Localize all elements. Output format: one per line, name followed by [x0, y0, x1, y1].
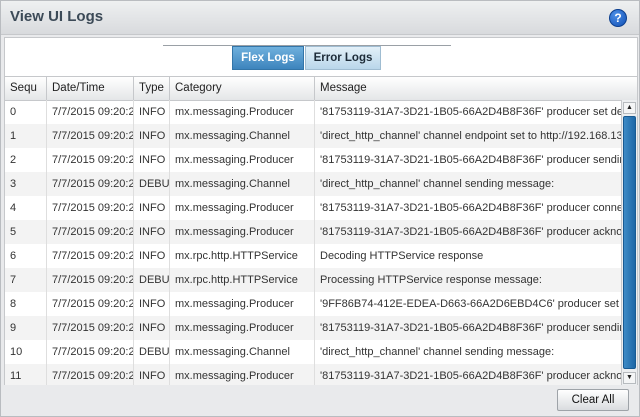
cell-sequence: 2 — [5, 148, 47, 172]
help-icon[interactable]: ? — [609, 9, 627, 27]
cell-date-time: 7/7/2015 09:20:2 — [47, 172, 134, 196]
cell-sequence: 3 — [5, 172, 47, 196]
cell-date-time: 7/7/2015 09:20:2 — [47, 364, 134, 386]
cell-type: INFO — [134, 100, 170, 124]
cell-type: INFO — [134, 364, 170, 386]
cell-category: mx.messaging.Producer — [170, 292, 315, 316]
cell-type: INFO — [134, 124, 170, 148]
cell-message: '9FF86B74-412E-EDEA-D663-66A2D6EBD4C6' p… — [320, 298, 621, 310]
table-row[interactable]: 4 7/7/2015 09:20:2 INFO mx.messaging.Produc… — [5, 196, 621, 220]
title-bar: View UI Logs ? — [1, 1, 639, 35]
cell-date-time: 7/7/2015 09:20:2 — [47, 124, 134, 148]
column-header-category[interactable]: Category — [170, 77, 315, 100]
column-header-message[interactable]: Message — [315, 77, 637, 100]
tab-flex-logs[interactable]: Flex Logs — [232, 46, 304, 70]
footer-bar: Clear All — [1, 385, 639, 416]
cell-type: INFO — [134, 220, 170, 244]
cell-sequence: 6 — [5, 244, 47, 268]
cell-category: mx.rpc.http.HTTPService — [170, 244, 315, 268]
cell-date-time: 7/7/2015 09:20:2 — [47, 220, 134, 244]
table-row[interactable]: 1 7/7/2015 09:20:2 INFO mx.messaging.Channe… — [5, 124, 621, 148]
log-panel: Flex Logs Error Logs Sequ Date/Time Type… — [4, 37, 638, 387]
cell-category: mx.messaging.Producer — [170, 220, 315, 244]
cell-sequence: 9 — [5, 316, 47, 340]
window-title: View UI Logs — [10, 8, 104, 25]
tab-error-logs[interactable]: Error Logs — [305, 46, 381, 70]
scroll-thumb[interactable] — [623, 116, 636, 369]
cell-date-time: 7/7/2015 09:20:2 — [47, 148, 134, 172]
cell-sequence: 1 — [5, 124, 47, 148]
cell-date-time: 7/7/2015 09:20:2 — [47, 268, 134, 292]
cell-sequence: 10 — [5, 340, 47, 364]
cell-sequence: 5 — [5, 220, 47, 244]
cell-category: mx.messaging.Producer — [170, 196, 315, 220]
cell-message: '81753119-31A7-3D21-1B05-66A2D4B8F36F' p… — [320, 154, 621, 166]
scroll-up-icon[interactable]: ▲ — [623, 102, 636, 114]
cell-message: '81753119-31A7-3D21-1B05-66A2D4B8F36F' p… — [320, 106, 621, 118]
table-row[interactable]: 10 7/7/2015 09:20:2 DEBU mx.messaging.Chann… — [5, 340, 621, 364]
cell-type: DEBU — [134, 172, 170, 196]
cell-type: DEBU — [134, 268, 170, 292]
table-header: Sequ Date/Time Type Category Message — [5, 76, 637, 101]
cell-sequence: 0 — [5, 100, 47, 124]
cell-type: INFO — [134, 292, 170, 316]
cell-sequence: 4 — [5, 196, 47, 220]
table-row[interactable]: 2 7/7/2015 09:20:2 INFO mx.messaging.Produc… — [5, 148, 621, 172]
cell-date-time: 7/7/2015 09:20:2 — [47, 316, 134, 340]
cell-message: 'direct_http_channel' channel sending me… — [320, 178, 555, 190]
cell-type: INFO — [134, 244, 170, 268]
table-row[interactable]: 5 7/7/2015 09:20:2 INFO mx.messaging.Produc… — [5, 220, 621, 244]
cell-date-time: 7/7/2015 09:20:2 — [47, 196, 134, 220]
cell-category: mx.messaging.Producer — [170, 316, 315, 340]
column-header-type[interactable]: Type — [134, 77, 170, 100]
cell-category: mx.rpc.http.HTTPService — [170, 268, 315, 292]
table-body: 0 7/7/2015 09:20:2 INFO mx.messaging.Produc… — [5, 100, 621, 386]
cell-message: '81753119-31A7-3D21-1B05-66A2D4B8F36F' p… — [320, 322, 621, 334]
cell-type: INFO — [134, 196, 170, 220]
scroll-down-icon[interactable]: ▼ — [623, 372, 636, 384]
cell-message: '81753119-31A7-3D21-1B05-66A2D4B8F36F' p… — [320, 370, 621, 382]
cell-sequence: 7 — [5, 268, 47, 292]
table-row[interactable]: 9 7/7/2015 09:20:2 INFO mx.messaging.Produc… — [5, 316, 621, 340]
cell-message: '81753119-31A7-3D21-1B05-66A2D4B8F36F' p… — [320, 226, 621, 238]
cell-message: 'direct_http_channel' channel sending me… — [320, 346, 555, 358]
cell-message: Processing HTTPService response message: — [320, 274, 542, 286]
column-header-date-time[interactable]: Date/Time — [47, 77, 134, 100]
table-row[interactable]: 3 7/7/2015 09:20:2 DEBU mx.messaging.Channe… — [5, 172, 621, 196]
cell-category: mx.messaging.Channel — [170, 172, 315, 196]
cell-category: mx.messaging.Channel — [170, 124, 315, 148]
cell-category: mx.messaging.Producer — [170, 364, 315, 386]
cell-date-time: 7/7/2015 09:20:2 — [47, 244, 134, 268]
cell-type: INFO — [134, 316, 170, 340]
table-row[interactable]: 0 7/7/2015 09:20:2 INFO mx.messaging.Produc… — [5, 100, 621, 124]
cell-date-time: 7/7/2015 09:20:2 — [47, 100, 134, 124]
log-table: Sequ Date/Time Type Category Message 0 7/… — [5, 76, 637, 386]
column-header-sequence[interactable]: Sequ — [5, 77, 47, 100]
cell-type: DEBU — [134, 340, 170, 364]
vertical-scrollbar[interactable]: ▲ ▼ — [621, 100, 637, 386]
table-row[interactable]: 8 7/7/2015 09:20:2 INFO mx.messaging.Produc… — [5, 292, 621, 316]
cell-type: INFO — [134, 148, 170, 172]
cell-message: Decoding HTTPService response — [320, 250, 484, 262]
cell-message: '81753119-31A7-3D21-1B05-66A2D4B8F36F' p… — [320, 202, 621, 214]
clear-all-button[interactable]: Clear All — [557, 389, 629, 411]
table-row[interactable]: 11 7/7/2015 09:20:2 INFO mx.messaging.Produ… — [5, 364, 621, 386]
cell-message: 'direct_http_channel' channel endpoint s… — [320, 130, 621, 142]
cell-date-time: 7/7/2015 09:20:2 — [47, 292, 134, 316]
cell-sequence: 11 — [5, 364, 47, 386]
table-row[interactable]: 7 7/7/2015 09:20:2 DEBU mx.rpc.http.HTTPSer… — [5, 268, 621, 292]
table-row[interactable]: 6 7/7/2015 09:20:2 INFO mx.rpc.http.HTTPSer… — [5, 244, 621, 268]
cell-category: mx.messaging.Channel — [170, 340, 315, 364]
cell-category: mx.messaging.Producer — [170, 100, 315, 124]
view-ui-logs-window: View UI Logs ? Flex Logs Error Logs Sequ… — [0, 0, 640, 417]
cell-date-time: 7/7/2015 09:20:2 — [47, 340, 134, 364]
cell-sequence: 8 — [5, 292, 47, 316]
cell-category: mx.messaging.Producer — [170, 148, 315, 172]
